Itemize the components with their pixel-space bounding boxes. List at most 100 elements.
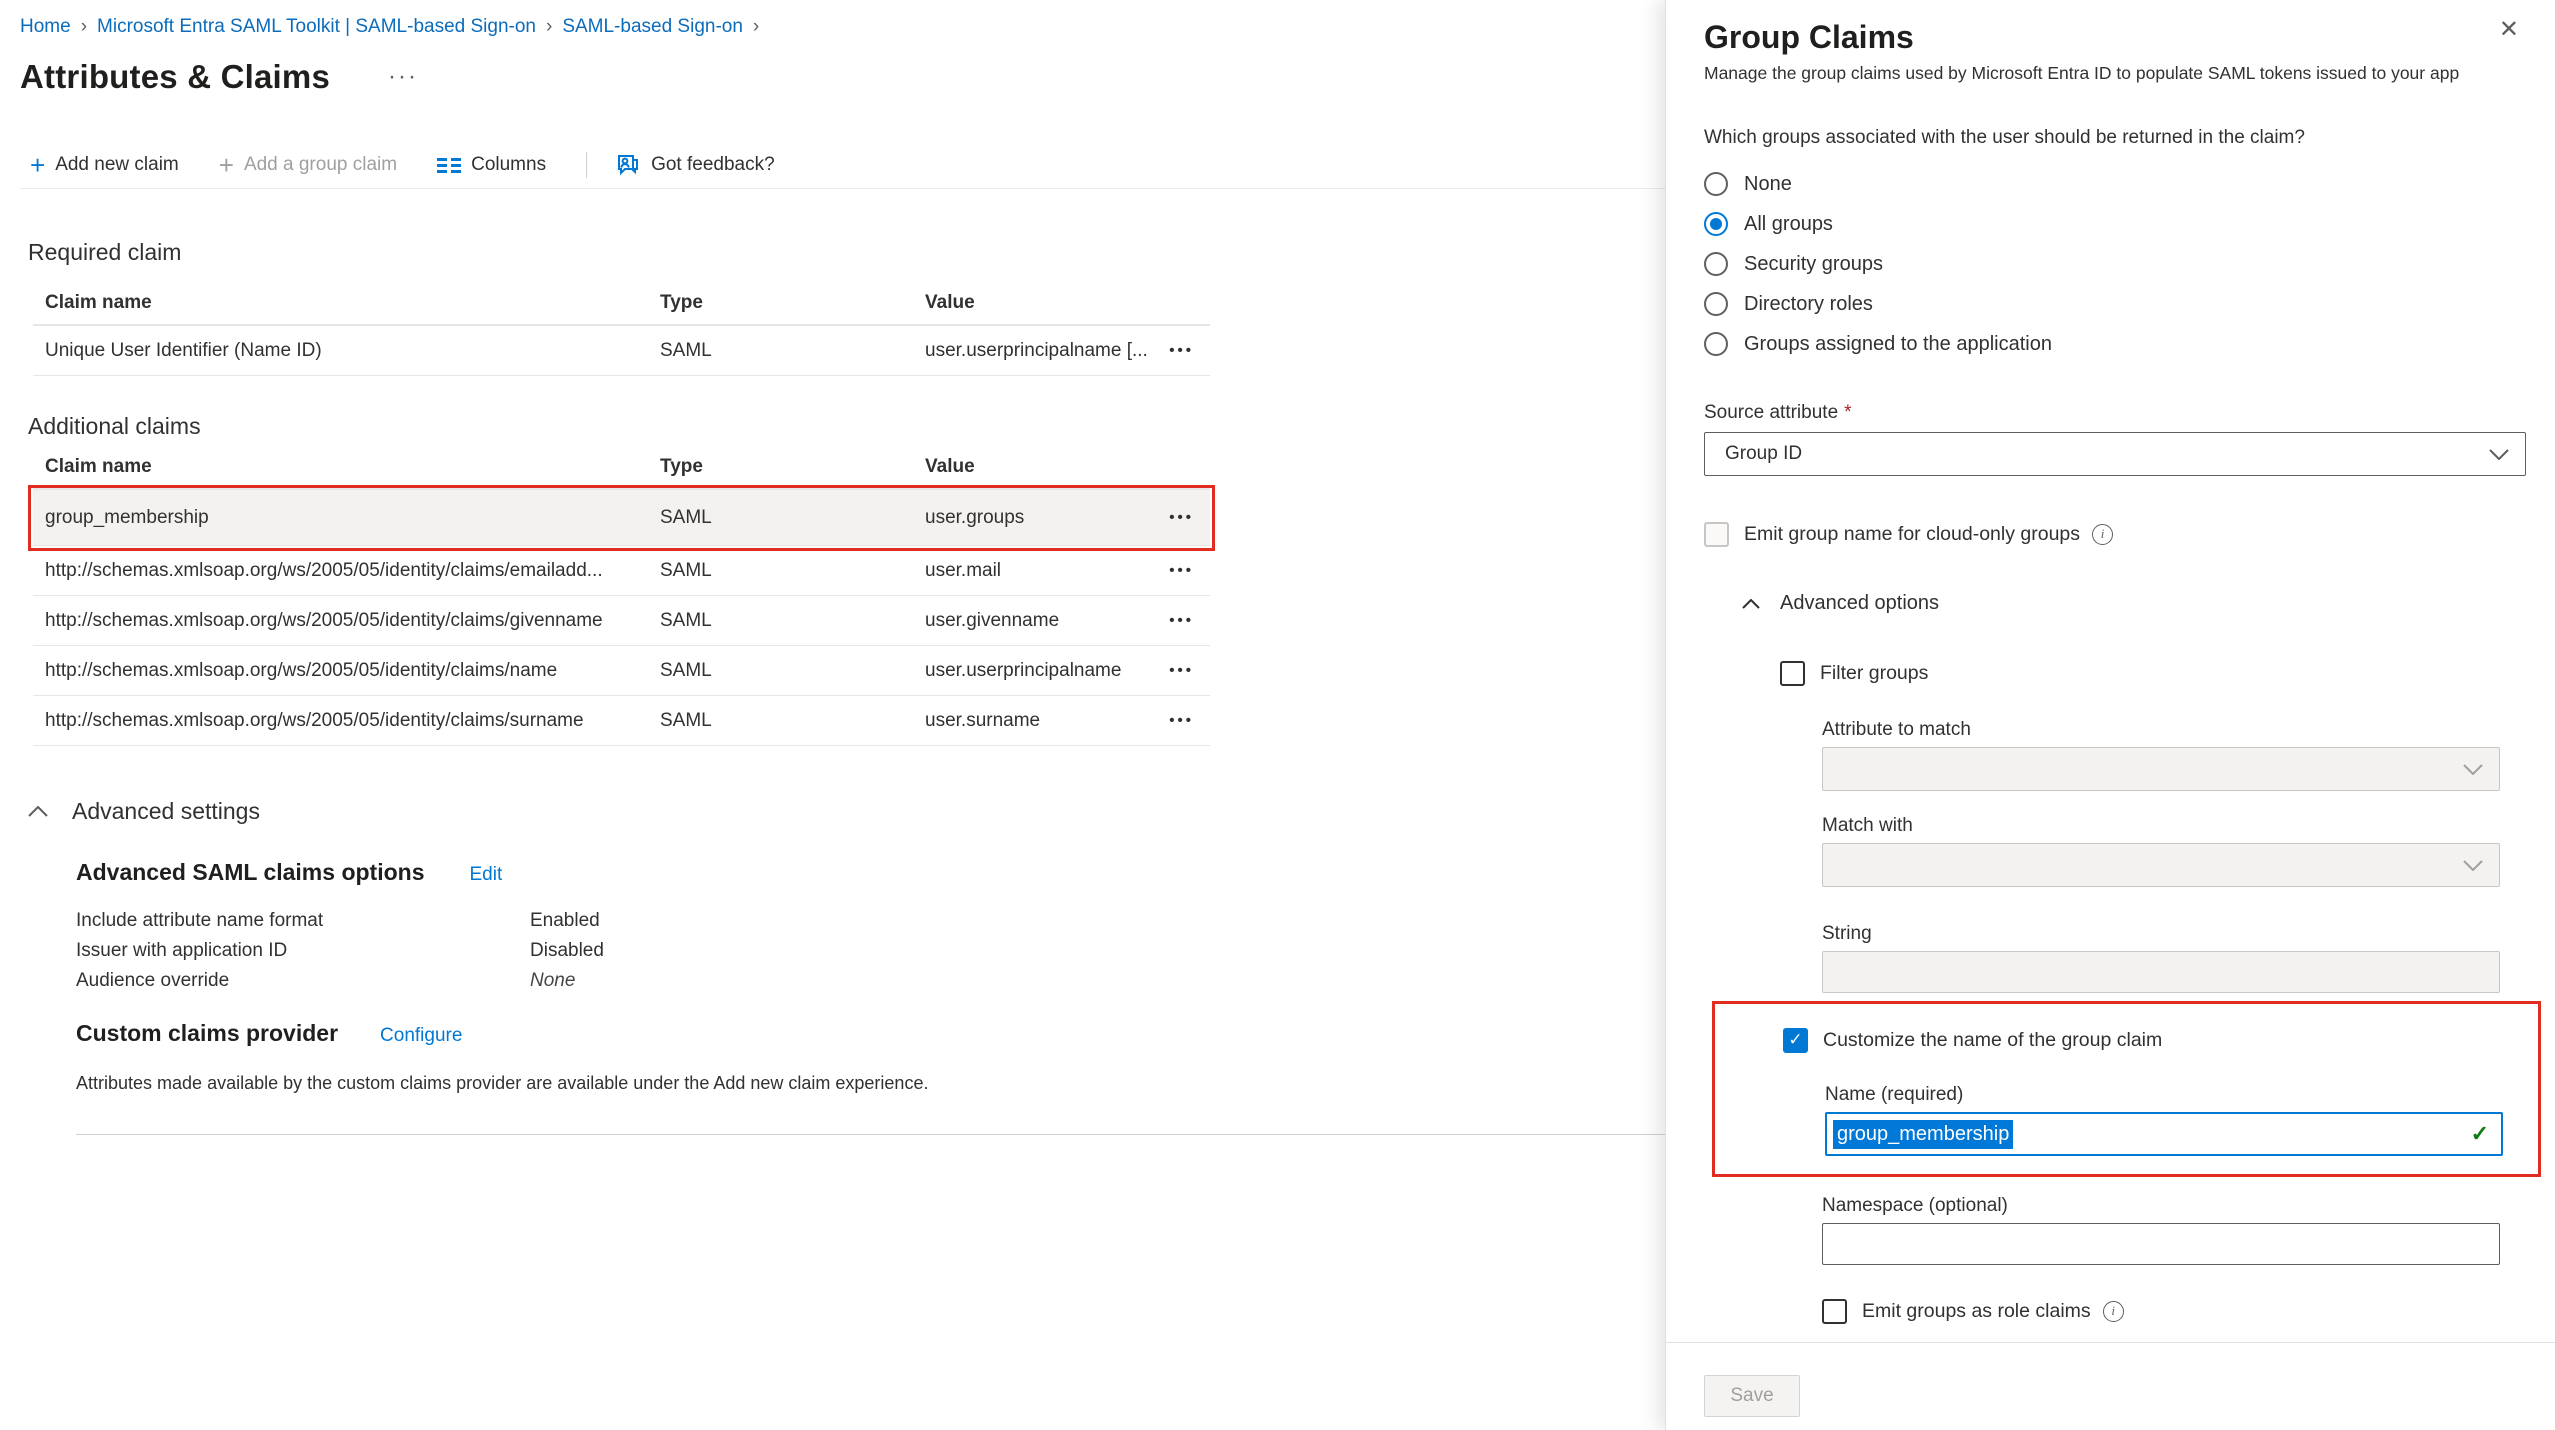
plus-icon: + [30,155,45,175]
checkbox-checked-icon: ✓ [1783,1028,1808,1053]
radio-label: None [1744,173,1792,196]
attribute-to-match-label: Attribute to match [1822,719,2500,741]
section-divider [76,1134,1665,1135]
columns-button[interactable]: Columns [437,154,546,176]
string-label: String [1822,923,2500,945]
col-value: Value [925,456,1150,478]
breadcrumb: Home › Microsoft Entra SAML Toolkit | SAML… [0,0,1665,38]
table-row[interactable]: http://schemas.xmlsoap.org/ws/2005/05/id… [33,696,1210,746]
checkbox-icon [1822,1299,1847,1324]
add-new-claim-button[interactable]: + Add new claim [30,154,179,176]
edit-link[interactable]: Edit [469,864,502,886]
source-attribute-dropdown[interactable]: Group ID [1704,432,2526,476]
radio-label: Directory roles [1744,293,1873,316]
row-menu-icon[interactable]: ••• [1150,562,1210,579]
claim-value-cell: user.givenname [925,610,1150,632]
radio-option-all-groups[interactable]: All groups [1704,204,2525,244]
breadcrumb-home-link[interactable]: Home [20,16,71,37]
plus-icon: + [219,155,234,175]
page-title: Attributes & Claims [20,58,330,96]
custom-claims-provider-description: Attributes made available by the custom … [76,1073,1665,1094]
namespace-input[interactable] [1822,1223,2500,1265]
info-icon[interactable]: i [2092,524,2113,545]
table-row[interactable]: Unique User Identifier (Name ID) SAML us… [33,326,1210,376]
row-menu-icon[interactable]: ••• [1150,712,1210,729]
source-attribute-value: Group ID [1725,443,1802,465]
additional-claims-heading: Additional claims [28,413,1665,440]
attribute-to-match-dropdown[interactable] [1822,747,2500,791]
claim-type-cell: SAML [660,660,925,682]
table-row[interactable]: http://schemas.xmlsoap.org/ws/2005/05/id… [33,546,1210,596]
option-label: Audience override [76,970,530,992]
panel-footer: Save [1666,1342,2555,1430]
columns-icon [437,155,461,175]
advanced-options-toggle[interactable]: Advanced options [1742,592,2525,615]
toolbar: + Add new claim + Add a group claim Colu… [20,142,1665,189]
configure-link[interactable]: Configure [380,1025,462,1047]
customize-name-label: Customize the name of the group claim [1823,1029,2162,1052]
name-input-selected-text: group_membership [1833,1120,2013,1149]
customize-name-checkbox[interactable]: ✓ Customize the name of the group claim [1783,1020,2538,1060]
advanced-settings-toggle[interactable]: Advanced settings [28,798,1665,825]
table-row-group-membership[interactable]: group_membership SAML user.groups ••• [33,490,1210,546]
claim-name-cell: http://schemas.xmlsoap.org/ws/2005/05/id… [33,660,660,682]
info-icon[interactable]: i [2103,1301,2124,1322]
claim-type-cell: SAML [660,560,925,582]
col-claim-name: Claim name [33,456,660,478]
string-input[interactable] [1822,951,2500,993]
breadcrumb-separator: › [546,16,552,37]
radio-icon [1704,292,1728,316]
close-icon[interactable]: ✕ [2493,16,2525,44]
table-row[interactable]: http://schemas.xmlsoap.org/ws/2005/05/id… [33,596,1210,646]
claim-name-cell: http://schemas.xmlsoap.org/ws/2005/05/id… [33,710,660,732]
breadcrumb-signon-link[interactable]: SAML-based Sign-on [562,16,743,37]
advanced-options-label: Advanced options [1780,592,1939,615]
claim-name-cell: Unique User Identifier (Name ID) [33,340,660,362]
name-input[interactable]: group_membership ✓ [1825,1112,2503,1156]
match-with-dropdown[interactable] [1822,843,2500,887]
breadcrumb-app-link[interactable]: Microsoft Entra SAML Toolkit | SAML-base… [97,16,536,37]
add-group-claim-button[interactable]: + Add a group claim [219,154,397,176]
filter-groups-checkbox[interactable]: Filter groups [1780,653,2525,693]
breadcrumb-separator: › [753,16,759,37]
radio-option-directory-roles[interactable]: Directory roles [1704,284,2525,324]
claim-name-cell: group_membership [33,507,660,529]
col-value: Value [925,292,1150,314]
claim-type-cell: SAML [660,610,925,632]
app-root: Home › Microsoft Entra SAML Toolkit | SAML… [0,0,2555,1430]
claim-type-cell: SAML [660,507,925,529]
row-menu-icon[interactable]: ••• [1150,612,1210,629]
save-button[interactable]: Save [1704,1375,1800,1417]
claim-name-cell: http://schemas.xmlsoap.org/ws/2005/05/id… [33,560,660,582]
advanced-saml-options-heading: Advanced SAML claims options [76,859,424,886]
more-menu-icon[interactable]: ··· [388,63,418,91]
row-menu-icon[interactable]: ••• [1150,509,1210,526]
radio-option-none[interactable]: None [1704,164,2525,204]
claim-value-cell: user.surname [925,710,1150,732]
table-row[interactable]: http://schemas.xmlsoap.org/ws/2005/05/id… [33,646,1210,696]
claim-type-cell: SAML [660,710,925,732]
advanced-settings-label: Advanced settings [72,798,260,825]
claim-value-cell: user.mail [925,560,1150,582]
chevron-down-icon [2463,764,2483,775]
emit-group-name-checkbox[interactable]: Emit group name for cloud-only groups i [1704,512,2525,556]
namespace-label: Namespace (optional) [1822,1195,2500,1217]
required-claims-table: Claim name Type Value Unique User Identi… [33,282,1210,376]
filter-groups-label: Filter groups [1820,662,1928,685]
radio-option-groups-assigned[interactable]: Groups assigned to the application [1704,324,2525,364]
emit-roles-checkbox[interactable]: Emit groups as role claims i [1822,1291,2525,1331]
source-attribute-label-text: Source attribute [1704,402,1838,423]
row-menu-icon[interactable]: ••• [1150,662,1210,679]
row-menu-icon[interactable]: ••• [1150,342,1210,359]
radio-option-security-groups[interactable]: Security groups [1704,244,2525,284]
emit-roles-label: Emit groups as role claims [1862,1300,2091,1323]
option-value: Disabled [530,940,604,962]
chevron-down-icon [2463,860,2483,871]
chevron-up-icon [1742,599,1760,609]
group-claims-question: Which groups associated with the user sh… [1704,126,2525,150]
got-feedback-button[interactable]: Got feedback? [615,152,775,178]
radio-label: Groups assigned to the application [1744,333,2052,356]
table-header-row: Claim name Type Value [33,282,1210,326]
col-type: Type [660,292,925,314]
source-attribute-label: Source attribute* [1704,402,2525,424]
